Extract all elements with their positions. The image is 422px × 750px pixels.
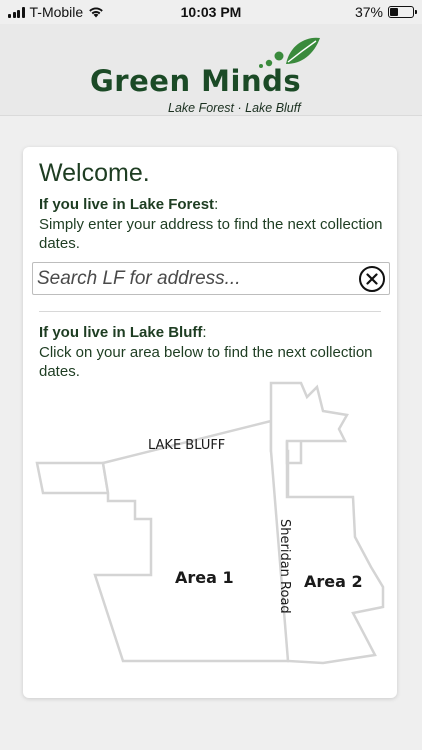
battery-icon — [388, 6, 417, 18]
lake-forest-instructions: Simply enter your address to find the ne… — [39, 216, 383, 252]
logo: Green Minds Lake Forest · Lake Bluff — [90, 34, 340, 115]
status-right: 37% — [354, 4, 417, 20]
lake-bluff-heading-text: If you live in Lake Bluff — [39, 324, 203, 341]
sheridan-road-label: Sheridan Road — [277, 519, 292, 614]
lake-forest-heading-text: If you live in Lake Forest — [39, 196, 215, 213]
lake-bluff-heading-colon: : — [202, 324, 207, 341]
close-icon — [366, 273, 378, 285]
search-input[interactable] — [37, 263, 357, 294]
lake-forest-heading: If you live in Lake Forest: — [39, 196, 218, 213]
map-title: LAKE BLUFF — [148, 438, 225, 453]
search-box — [32, 262, 390, 295]
leaf-icon — [259, 37, 320, 68]
area-1-label[interactable]: Area 1 — [175, 568, 234, 587]
logo-title: Green Minds — [90, 64, 302, 98]
battery-percent: 37% — [354, 4, 383, 20]
lake-forest-heading-colon: : — [214, 196, 219, 213]
lake-bluff-instructions: Click on your area below to find the nex… — [39, 344, 373, 380]
battery-fill — [390, 8, 399, 16]
logo-subtitle: Lake Forest · Lake Bluff — [168, 101, 301, 115]
welcome-title: Welcome. — [39, 159, 150, 187]
map-area-1[interactable] — [93, 419, 290, 663]
map-area-northwest[interactable] — [35, 461, 110, 495]
divider — [39, 311, 381, 312]
area-2-label[interactable]: Area 2 — [304, 572, 363, 591]
app-header: Green Minds Lake Forest · Lake Bluff — [0, 24, 422, 116]
main-card: Welcome. If you live in Lake Forest: Sim… — [23, 147, 397, 698]
clear-search-button[interactable] — [359, 266, 385, 292]
status-bar: T-Mobile 10:03 PM 37% — [0, 0, 422, 24]
lake-bluff-heading: If you live in Lake Bluff: — [39, 324, 207, 341]
lake-bluff-map: LAKE BLUFF Area 1 Area 2 Sheridan Road — [35, 381, 385, 665]
